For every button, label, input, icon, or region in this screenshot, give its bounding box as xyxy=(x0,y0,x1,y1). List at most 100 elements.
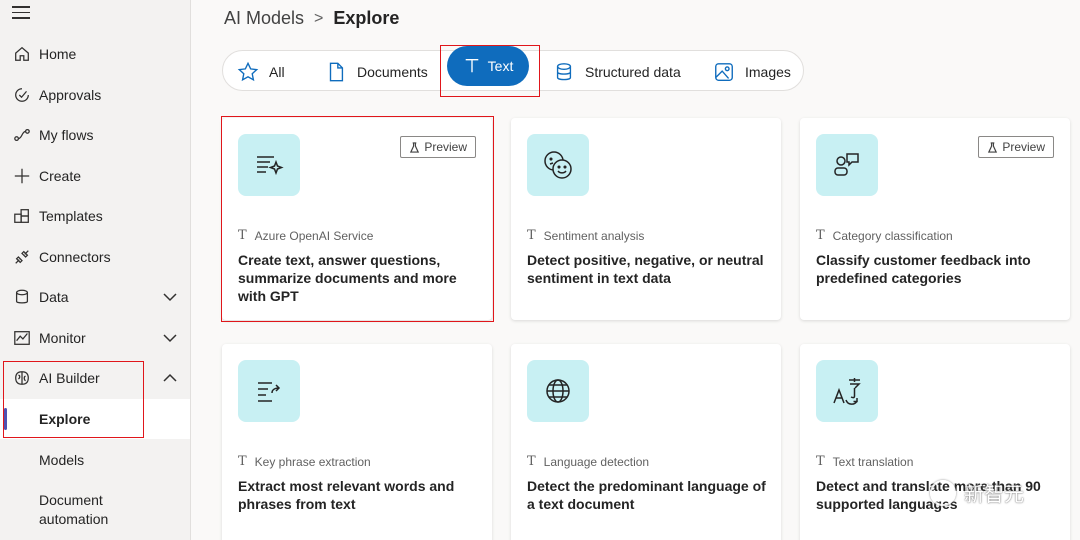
sidebar-item-data[interactable]: Data xyxy=(0,277,190,317)
filter-structured-data[interactable]: Structured data xyxy=(553,51,681,92)
filter-label: Structured data xyxy=(585,63,681,80)
sidebar-item-templates[interactable]: Templates xyxy=(0,196,190,236)
sidebar-item-ai-builder[interactable]: AI Builder xyxy=(0,358,190,398)
wechat-logo-icon xyxy=(930,479,956,506)
sidebar-item-label: Home xyxy=(39,46,77,62)
sidebar-item-label: Approvals xyxy=(39,87,102,103)
sidebar-item-monitor[interactable]: Monitor xyxy=(0,318,190,358)
text-type-icon: T xyxy=(527,228,536,243)
breadcrumb-separator: > xyxy=(314,9,324,27)
chevron-up-icon[interactable] xyxy=(162,370,178,386)
sidebar-item-label: Data xyxy=(39,289,69,305)
sparkle-text-icon xyxy=(257,156,284,176)
sidebar-item-approvals[interactable]: Approvals xyxy=(0,75,190,115)
sidebar-item-label: My flows xyxy=(39,127,94,143)
templates-icon xyxy=(12,206,32,226)
model-card-key-phrase-extraction[interactable]: T Key phrase extraction Extract most rele… xyxy=(222,344,492,540)
filter-all[interactable]: All xyxy=(237,51,285,92)
model-card-text-translation[interactable]: T Text translation Detect and translate m… xyxy=(800,344,1070,540)
plus-icon xyxy=(12,166,32,186)
text-extract-icon xyxy=(258,382,281,402)
filter-images[interactable]: Images xyxy=(713,51,791,92)
card-category-label: Azure OpenAI Service xyxy=(254,228,374,243)
filter-label: Text xyxy=(487,58,514,74)
text-type-icon: T xyxy=(238,454,247,469)
filter-text[interactable]: Text xyxy=(447,46,529,86)
model-card-sentiment-analysis[interactable]: T Sentiment analysis Detect positive, neg… xyxy=(511,118,781,320)
flows-icon xyxy=(12,125,32,145)
card-description: Detect positive, negative, or neutral se… xyxy=(527,252,764,286)
sidebar-subitem-label: Models xyxy=(39,452,85,468)
text-type-icon: T xyxy=(816,454,825,469)
card-description: Detect the predominant language of a tex… xyxy=(527,478,766,512)
filter-label: Images xyxy=(745,63,791,80)
image-icon xyxy=(715,62,733,81)
card-category: T Category classification xyxy=(816,228,953,243)
sidebar-item-home[interactable]: Home xyxy=(0,34,190,74)
approvals-icon xyxy=(12,85,32,105)
sidebar-item-connectors[interactable]: Connectors xyxy=(0,237,190,277)
globe-icon xyxy=(546,379,570,403)
sidebar-subitem-models[interactable]: Models xyxy=(0,440,190,480)
card-category: T Key phrase extraction xyxy=(238,454,371,469)
sidebar-item-label: Templates xyxy=(39,208,103,224)
card-category-label: Language detection xyxy=(543,454,650,469)
sidebar-item-label: Create xyxy=(39,168,82,184)
text-type-icon: T xyxy=(816,228,825,243)
sidebar-item-create[interactable]: Create xyxy=(0,156,190,196)
sidebar-subitem-document-automation[interactable]: Document automation xyxy=(0,491,150,529)
card-category-label: Sentiment analysis xyxy=(543,228,645,243)
sidebar-subitem-label: Explore xyxy=(39,411,91,427)
brain-icon xyxy=(12,368,32,388)
chevron-down-icon[interactable] xyxy=(162,330,178,346)
card-category: T Language detection xyxy=(527,454,649,469)
breadcrumb-parent[interactable]: AI Models xyxy=(224,8,304,29)
shapes-icon xyxy=(834,153,859,176)
watermark: 新智元 xyxy=(930,478,1024,507)
card-icon-tile xyxy=(238,360,300,422)
database-icon xyxy=(556,62,572,80)
card-icon-tile xyxy=(238,134,300,196)
text-type-icon: T xyxy=(238,228,247,243)
sidebar-item-label: AI Builder xyxy=(39,370,100,386)
connector-icon xyxy=(12,247,32,267)
star-icon xyxy=(237,61,259,81)
model-card-category-classification[interactable]: Preview T Category classification Classif… xyxy=(800,118,1070,320)
emoji-icon xyxy=(544,151,572,179)
preview-badge: Preview xyxy=(400,136,476,158)
card-description: Create text, answer questions, summarize… xyxy=(238,252,457,304)
card-category: T Sentiment analysis xyxy=(527,228,644,243)
text-icon xyxy=(465,59,478,73)
filter-label: All xyxy=(269,63,285,80)
database-icon xyxy=(12,287,32,307)
card-description: Classify customer feedback into predefin… xyxy=(816,252,1031,286)
card-category-label: Text translation xyxy=(832,454,914,469)
hamburger-menu-icon[interactable] xyxy=(12,6,30,20)
card-description: Extract most relevant words and phrases … xyxy=(238,478,455,512)
translate-icon xyxy=(833,378,861,405)
active-indicator xyxy=(4,408,7,430)
card-icon-tile xyxy=(527,134,589,196)
sidebar-item-my-flows[interactable]: My flows xyxy=(0,115,190,155)
card-icon-tile xyxy=(816,134,878,196)
sidebar-subitem-label: Document automation xyxy=(39,492,109,527)
preview-label: Preview xyxy=(424,140,467,154)
card-category-label: Category classification xyxy=(832,228,953,243)
flask-icon xyxy=(410,141,420,153)
text-type-icon: T xyxy=(527,454,536,469)
filter-label: Documents xyxy=(357,63,428,80)
sidebar: Home Approvals My flows Create Templates… xyxy=(0,0,191,540)
chevron-down-icon[interactable] xyxy=(162,289,178,305)
preview-label: Preview xyxy=(1002,140,1045,154)
document-icon xyxy=(329,62,344,81)
sidebar-subitem-explore[interactable]: Explore xyxy=(0,399,190,439)
sidebar-item-label: Connectors xyxy=(39,249,111,265)
sidebar-item-label: Monitor xyxy=(39,330,86,346)
model-card-azure-openai[interactable]: Preview T Azure OpenAI Service Create tex… xyxy=(222,118,492,320)
card-category-label: Key phrase extraction xyxy=(254,454,371,469)
filter-documents[interactable]: Documents xyxy=(325,51,428,92)
model-card-language-detection[interactable]: T Language detection Detect the predomina… xyxy=(511,344,781,540)
flask-icon xyxy=(988,141,998,153)
card-category: T Azure OpenAI Service xyxy=(238,228,373,243)
card-icon-tile xyxy=(816,360,878,422)
